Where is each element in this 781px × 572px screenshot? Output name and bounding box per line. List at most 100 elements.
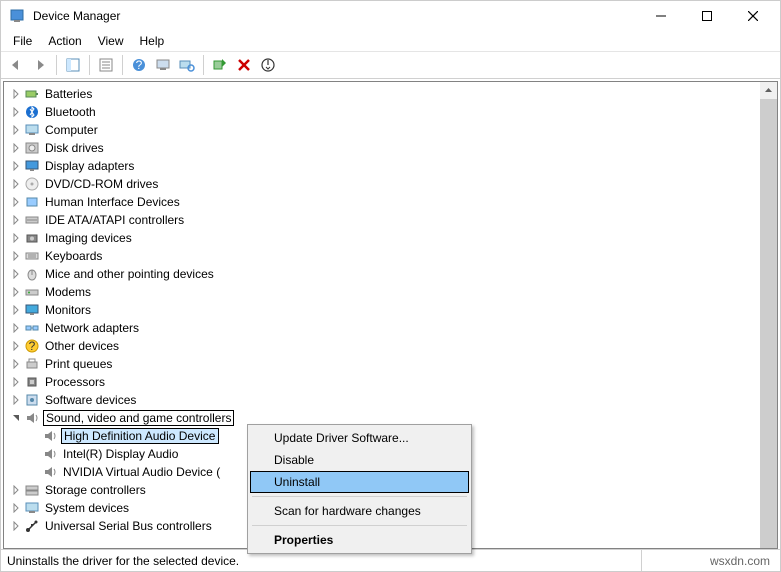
tree-item-label: Display adapters	[43, 159, 136, 173]
update-driver-button[interactable]	[176, 54, 198, 76]
spacer	[26, 464, 42, 480]
tree-item[interactable]: Keyboards	[8, 247, 760, 265]
chevron-right-icon[interactable]	[8, 158, 24, 174]
scrollbar-thumb[interactable]	[760, 99, 777, 549]
tree-item[interactable]: Mice and other pointing devices	[8, 265, 760, 283]
context-menu-item[interactable]: Properties	[250, 529, 469, 551]
tree-item-label: Bluetooth	[43, 105, 98, 119]
chevron-right-icon[interactable]	[8, 518, 24, 534]
network-icon	[24, 320, 40, 336]
toolbar: ?	[1, 51, 780, 79]
help-button[interactable]: ?	[128, 54, 150, 76]
vertical-scrollbar[interactable]	[760, 82, 777, 548]
chevron-right-icon[interactable]	[8, 176, 24, 192]
tree-item[interactable]: Computer	[8, 121, 760, 139]
spacer	[26, 428, 42, 444]
software-icon	[24, 392, 40, 408]
svg-text:?: ?	[136, 58, 143, 72]
toolbar-separator	[122, 55, 123, 75]
chevron-right-icon[interactable]	[8, 320, 24, 336]
tree-item[interactable]: Print queues	[8, 355, 760, 373]
chevron-right-icon[interactable]	[8, 500, 24, 516]
tree-item[interactable]: Bluetooth	[8, 103, 760, 121]
chevron-right-icon[interactable]	[8, 140, 24, 156]
titlebar: Device Manager	[1, 1, 780, 31]
chevron-right-icon[interactable]	[8, 248, 24, 264]
menu-action[interactable]: Action	[40, 32, 89, 50]
back-button[interactable]	[5, 54, 27, 76]
disk-icon	[24, 140, 40, 156]
storage-icon	[24, 482, 40, 498]
chevron-right-icon[interactable]	[8, 284, 24, 300]
properties-button[interactable]	[95, 54, 117, 76]
speaker-icon	[42, 464, 58, 480]
tree-item[interactable]: Imaging devices	[8, 229, 760, 247]
ide-icon	[24, 212, 40, 228]
tree-item-label: Monitors	[43, 303, 93, 317]
chevron-right-icon[interactable]	[8, 122, 24, 138]
computer-icon	[24, 122, 40, 138]
chevron-right-icon[interactable]	[8, 86, 24, 102]
tree-item[interactable]: Network adapters	[8, 319, 760, 337]
chevron-right-icon[interactable]	[8, 212, 24, 228]
tree-item[interactable]: Batteries	[8, 85, 760, 103]
tree-item[interactable]: Modems	[8, 283, 760, 301]
context-menu-item[interactable]: Uninstall	[250, 471, 469, 493]
enable-button[interactable]	[209, 54, 231, 76]
toolbar-separator	[203, 55, 204, 75]
tree-item[interactable]: Display adapters	[8, 157, 760, 175]
tree-item-label: IDE ATA/ATAPI controllers	[43, 213, 186, 227]
chevron-right-icon[interactable]	[8, 374, 24, 390]
tree-item[interactable]: Monitors	[8, 301, 760, 319]
show-hide-console-tree-button[interactable]	[62, 54, 84, 76]
forward-button[interactable]	[29, 54, 51, 76]
menu-view[interactable]: View	[90, 32, 132, 50]
context-menu-item[interactable]: Disable	[250, 449, 469, 471]
context-menu-item[interactable]: Update Driver Software...	[250, 427, 469, 449]
minimize-button[interactable]	[638, 1, 684, 31]
close-button[interactable]	[730, 1, 776, 31]
chevron-right-icon[interactable]	[8, 356, 24, 372]
context-menu-item[interactable]: Scan for hardware changes	[250, 500, 469, 522]
uninstall-button[interactable]	[233, 54, 255, 76]
disable-button[interactable]	[257, 54, 279, 76]
svg-text:?: ?	[29, 339, 36, 353]
toolbar-separator	[56, 55, 57, 75]
tree-item-label: Mice and other pointing devices	[43, 267, 216, 281]
tree-item[interactable]: Processors	[8, 373, 760, 391]
keyboard-icon	[24, 248, 40, 264]
scroll-up-icon[interactable]	[760, 82, 777, 99]
speaker-icon	[42, 446, 58, 462]
chevron-right-icon[interactable]	[8, 104, 24, 120]
toolbar-separator	[89, 55, 90, 75]
chevron-down-icon[interactable]	[8, 410, 24, 426]
tree-item[interactable]: Human Interface Devices	[8, 193, 760, 211]
chevron-right-icon[interactable]	[8, 266, 24, 282]
tree-item[interactable]: IDE ATA/ATAPI controllers	[8, 211, 760, 229]
chevron-right-icon[interactable]	[8, 392, 24, 408]
chevron-right-icon[interactable]	[8, 302, 24, 318]
tree-item[interactable]: ? Other devices	[8, 337, 760, 355]
tree-item[interactable]: DVD/CD-ROM drives	[8, 175, 760, 193]
menu-help[interactable]: Help	[132, 32, 173, 50]
camera-icon	[24, 230, 40, 246]
tree-item-label: Processors	[43, 375, 107, 389]
scan-hardware-button[interactable]	[152, 54, 174, 76]
tree-item-label: Storage controllers	[43, 483, 148, 497]
chevron-right-icon[interactable]	[8, 338, 24, 354]
tree-item[interactable]: Software devices	[8, 391, 760, 409]
tree-item-label: Disk drives	[43, 141, 106, 155]
unknown-icon: ?	[24, 338, 40, 354]
maximize-button[interactable]	[684, 1, 730, 31]
tree-item-label: Other devices	[43, 339, 121, 353]
battery-icon	[24, 86, 40, 102]
chevron-right-icon[interactable]	[8, 194, 24, 210]
speaker-icon	[42, 428, 58, 444]
tree-item[interactable]: Disk drives	[8, 139, 760, 157]
app-icon	[9, 8, 25, 24]
menu-file[interactable]: File	[5, 32, 40, 50]
context-menu[interactable]: Update Driver Software...DisableUninstal…	[247, 424, 472, 554]
chevron-right-icon[interactable]	[8, 482, 24, 498]
modem-icon	[24, 284, 40, 300]
chevron-right-icon[interactable]	[8, 230, 24, 246]
